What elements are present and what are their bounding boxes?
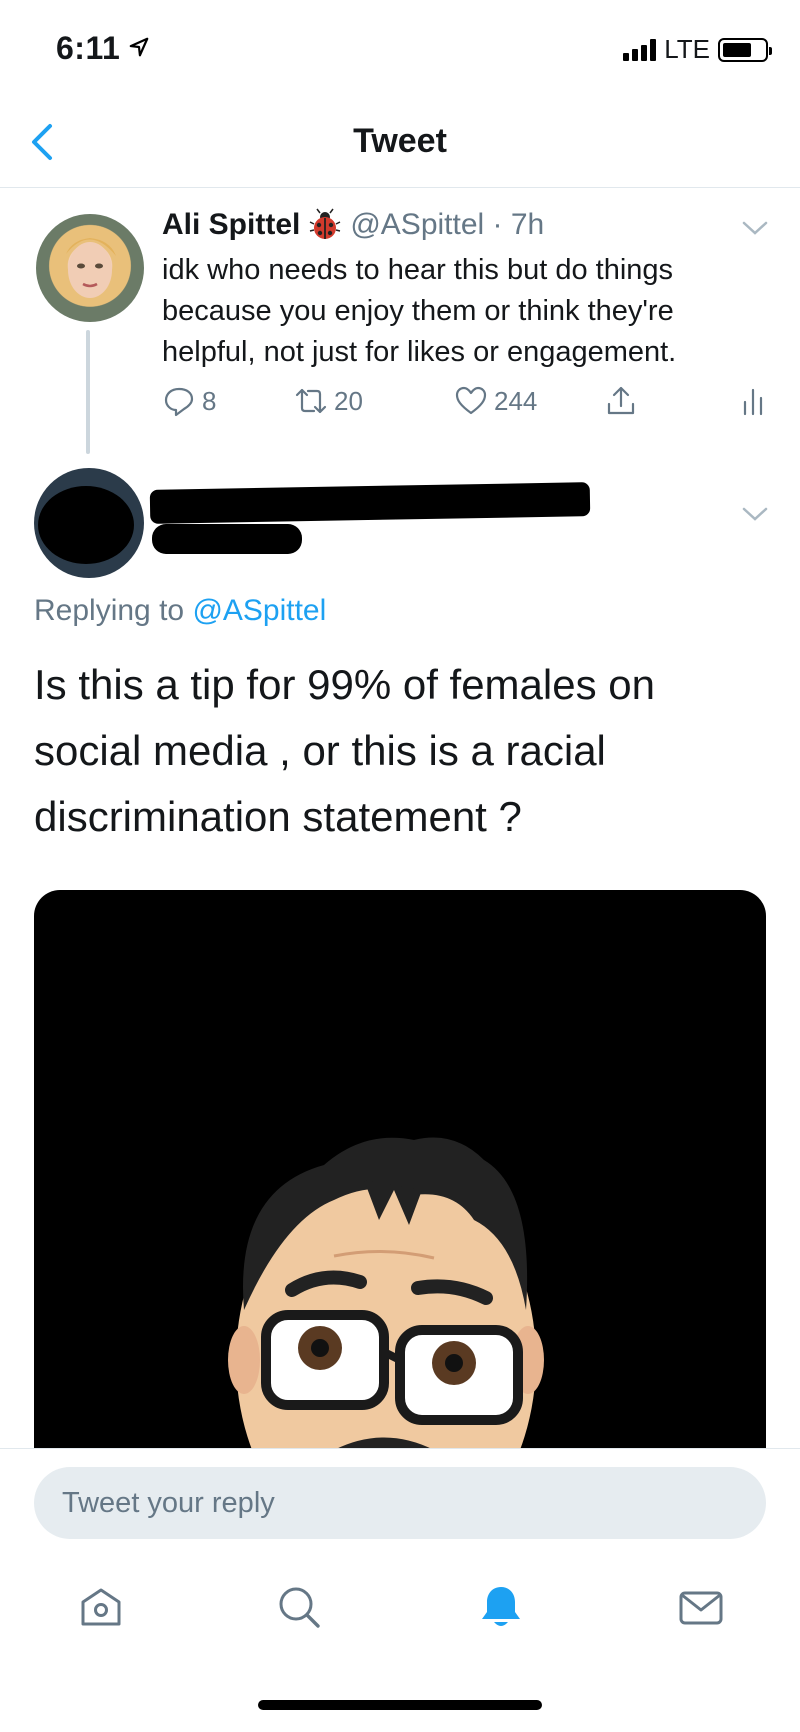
original-tweet[interactable]: Ali Spittel @ASpittel · 7h idk who needs… <box>0 188 800 468</box>
avatar-cartoon-image <box>228 1137 544 1450</box>
author-name[interactable]: Ali Spittel <box>162 208 300 242</box>
retweet-button[interactable]: 20 <box>294 384 363 418</box>
author-handle-time: @ASpittel · 7h <box>350 208 545 241</box>
redaction-mark <box>149 482 591 524</box>
replying-to: Replying to @ASpittel <box>34 594 326 628</box>
compose-bar <box>0 1448 800 1556</box>
analytics-button[interactable] <box>736 384 770 418</box>
analytics-icon <box>743 388 763 416</box>
like-count: 244 <box>494 385 538 416</box>
tweet-header: Ali Spittel @ASpittel · 7h <box>162 208 544 242</box>
bell-icon <box>482 1587 520 1626</box>
retweet-count: 20 <box>334 385 363 416</box>
replying-mention[interactable]: @ASpittel <box>192 594 326 627</box>
tab-search[interactable] <box>274 1582 324 1632</box>
search-icon <box>279 1587 320 1628</box>
reply-input[interactable] <box>34 1467 766 1539</box>
retweet-icon <box>295 388 327 414</box>
nav-header: Tweet <box>0 100 800 188</box>
battery-icon <box>718 37 772 62</box>
tweet-text: idk who needs to hear this but do things… <box>162 254 677 368</box>
location-arrow-icon <box>129 37 149 57</box>
thread-line <box>86 330 90 454</box>
share-button[interactable] <box>604 384 638 418</box>
redaction-mark <box>152 524 302 554</box>
mail-icon <box>679 1591 723 1625</box>
home-icon <box>81 1588 121 1626</box>
home-indicator <box>258 1700 542 1710</box>
chevron-down-icon[interactable] <box>740 504 770 524</box>
ladybug-icon <box>310 208 341 239</box>
reply-button[interactable]: 8 <box>162 384 216 418</box>
tab-notifications[interactable] <box>476 1582 526 1632</box>
reply-text: Is this a tip for 99% of females on soci… <box>34 661 655 840</box>
status-time: 6:11 <box>56 30 121 66</box>
heart-icon <box>455 386 487 415</box>
tweet-media[interactable] <box>34 890 766 1450</box>
signal-icon <box>623 38 657 61</box>
tab-messages[interactable] <box>676 1582 726 1632</box>
like-button[interactable]: 244 <box>454 384 537 418</box>
avatar[interactable] <box>34 468 144 578</box>
share-icon <box>607 386 635 415</box>
reply-icon <box>164 387 194 417</box>
status-indicators: LTE <box>623 34 772 65</box>
avatar[interactable] <box>36 214 144 322</box>
status-bar: 6:11 LTE <box>0 0 800 100</box>
tab-home[interactable] <box>76 1582 126 1632</box>
page-title: Tweet <box>353 122 447 160</box>
tweet-actions: 8 20 244 <box>162 384 772 424</box>
chevron-down-icon[interactable] <box>740 218 770 238</box>
tab-bar <box>0 1556 800 1656</box>
replying-prefix: Replying to <box>34 594 185 627</box>
network-type: LTE <box>664 34 710 64</box>
reply-count: 8 <box>202 385 217 416</box>
